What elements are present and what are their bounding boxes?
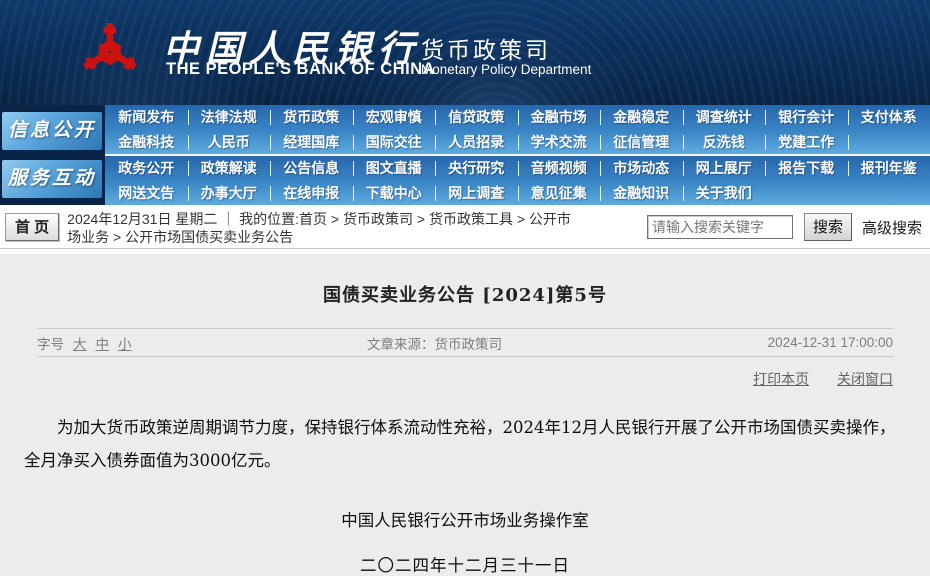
article-content: 国债买卖业务公告 [2024]第5号 字号 大 中 小 文章来源：货币政策司 2…	[0, 249, 930, 576]
nav-item[interactable]: 央行研究	[435, 156, 518, 181]
dept-name-cn: 货币政策司	[421, 31, 551, 65]
nav-item[interactable]: 征信管理	[600, 130, 683, 155]
nav-item[interactable]: 金融科技	[105, 130, 188, 155]
current-date: 2024年12月31日 星期二	[67, 211, 217, 227]
nav-item[interactable]: 网送文告	[105, 181, 188, 206]
search-button[interactable]: 搜索	[804, 213, 852, 241]
font-size-small[interactable]: 小	[118, 333, 132, 353]
nav-band-info: 新闻发布法律法规货币政策宏观审慎信贷政策金融市场金融稳定调查统计银行会计支付体系…	[105, 105, 930, 154]
nav-item[interactable]: 党建工作	[765, 130, 848, 155]
article-title: 国债买卖业务公告 [2024]第5号	[0, 281, 930, 307]
article-signature: 中国人民银行公开市场业务操作室	[0, 507, 930, 531]
site-header: 中国人民银行 THE PEOPLE'S BANK OF CHINA 货币政策司 …	[0, 0, 930, 105]
nav-section-tabs: 信息公开 服务互动	[0, 105, 105, 205]
nav-item[interactable]: 新闻发布	[105, 105, 188, 130]
nav-menu: 新闻发布法律法规货币政策宏观审慎信贷政策金融市场金融稳定调查统计银行会计支付体系…	[105, 105, 930, 205]
article-source: 文章来源：货币政策司	[367, 333, 768, 353]
nav-item[interactable]: 人员招录	[435, 130, 518, 155]
nav-item[interactable]: 支付体系	[848, 105, 930, 130]
print-page-link[interactable]: 打印本页	[753, 371, 809, 387]
nav-row: 政务公开政策解读公告信息图文直播央行研究音频视频市场动态网上展厅报告下载报刊年鉴	[105, 156, 930, 181]
main-nav: 信息公开 服务互动 新闻发布法律法规货币政策宏观审慎信贷政策金融市场金融稳定调查…	[0, 105, 930, 205]
nav-item[interactable]: 调查统计	[683, 105, 766, 130]
nav-item[interactable]: 网上展厅	[683, 156, 766, 181]
nav-item[interactable]: 公告信息	[270, 156, 353, 181]
nav-item[interactable]: 金融稳定	[600, 105, 683, 130]
home-button[interactable]: 首 页	[5, 213, 59, 241]
search-input[interactable]	[647, 215, 793, 239]
nav-item[interactable]: 报刊年鉴	[848, 156, 930, 181]
nav-item[interactable]: 货币政策	[270, 105, 353, 130]
nav-item[interactable]: 下载中心	[353, 181, 436, 206]
article-sign-date: 二〇二四年十二月三十一日	[0, 552, 930, 576]
nav-item[interactable]: 意见征集	[518, 181, 601, 206]
search-group: 搜索 高级搜索	[647, 213, 924, 241]
nav-row: 金融科技人民币经理国库国际交往人员招录学术交流征信管理反洗钱党建工作	[105, 130, 930, 155]
pboc-logo-icon	[82, 14, 138, 86]
nav-tab-info-disclosure[interactable]: 信息公开	[2, 112, 102, 150]
nav-item[interactable]: 学术交流	[518, 130, 601, 155]
nav-item[interactable]: 经理国库	[270, 130, 353, 155]
nav-item[interactable]: 信贷政策	[435, 105, 518, 130]
breadcrumb[interactable]: 2024年12月31日 星期二 ｜ 我的位置:首页 > 货币政策司 > 货币政策…	[67, 210, 579, 246]
nav-item[interactable]: 银行会计	[765, 105, 848, 130]
nav-item[interactable]: 国际交往	[353, 130, 436, 155]
nav-item[interactable]: 宏观审慎	[353, 105, 436, 130]
article-actions: 打印本页 关闭窗口	[37, 369, 893, 389]
nav-item[interactable]: 图文直播	[353, 156, 436, 181]
nav-row: 网送文告办事大厅在线申报下载中心网上调查意见征集金融知识关于我们	[105, 181, 930, 206]
nav-tab-service-interaction[interactable]: 服务互动	[2, 160, 102, 198]
advanced-search-link[interactable]: 高级搜索	[862, 217, 922, 238]
nav-item-empty	[848, 130, 930, 155]
breadcrumb-separator: ｜	[221, 211, 235, 227]
nav-item[interactable]: 报告下载	[765, 156, 848, 181]
font-size-medium[interactable]: 中	[96, 333, 110, 353]
nav-item[interactable]: 金融市场	[518, 105, 601, 130]
breadcrumb-bar: 首 页 2024年12月31日 星期二 ｜ 我的位置:首页 > 货币政策司 > …	[0, 205, 930, 249]
nav-item[interactable]: 法律法规	[188, 105, 271, 130]
nav-item[interactable]: 反洗钱	[683, 130, 766, 155]
article-datetime: 2024-12-31 17:00:00	[768, 335, 893, 350]
nav-row: 新闻发布法律法规货币政策宏观审慎信贷政策金融市场金融稳定调查统计银行会计支付体系	[105, 105, 930, 130]
font-size-large[interactable]: 大	[73, 333, 87, 353]
nav-item[interactable]: 在线申报	[270, 181, 353, 206]
source-label: 文章来源：	[367, 337, 435, 352]
dept-name-en: Monetary Policy Department	[421, 62, 591, 77]
nav-item[interactable]: 政策解读	[188, 156, 271, 181]
nav-item[interactable]: 网上调查	[435, 181, 518, 206]
close-window-link[interactable]: 关闭窗口	[837, 371, 893, 387]
nav-item[interactable]: 人民币	[188, 130, 271, 155]
article-meta-row: 字号 大 中 小 文章来源：货币政策司 2024-12-31 17:00:00	[37, 328, 893, 357]
source-value: 货币政策司	[435, 337, 503, 352]
article-paragraph: 为加大货币政策逆周期调节力度，保持银行体系流动性充裕，2024年12月人民银行开…	[24, 411, 906, 477]
nav-item[interactable]: 关于我们	[683, 181, 766, 206]
nav-band-service: 政务公开政策解读公告信息图文直播央行研究音频视频市场动态网上展厅报告下载报刊年鉴…	[105, 154, 930, 205]
font-size-controls: 字号 大 中 小	[37, 333, 367, 353]
nav-item[interactable]: 办事大厅	[188, 181, 271, 206]
bank-name-en: THE PEOPLE'S BANK OF CHINA	[166, 60, 435, 79]
nav-item[interactable]: 政务公开	[105, 156, 188, 181]
font-size-label: 字号	[37, 333, 64, 353]
nav-item[interactable]: 金融知识	[600, 181, 683, 206]
nav-item[interactable]: 市场动态	[600, 156, 683, 181]
nav-item[interactable]: 音频视频	[518, 156, 601, 181]
